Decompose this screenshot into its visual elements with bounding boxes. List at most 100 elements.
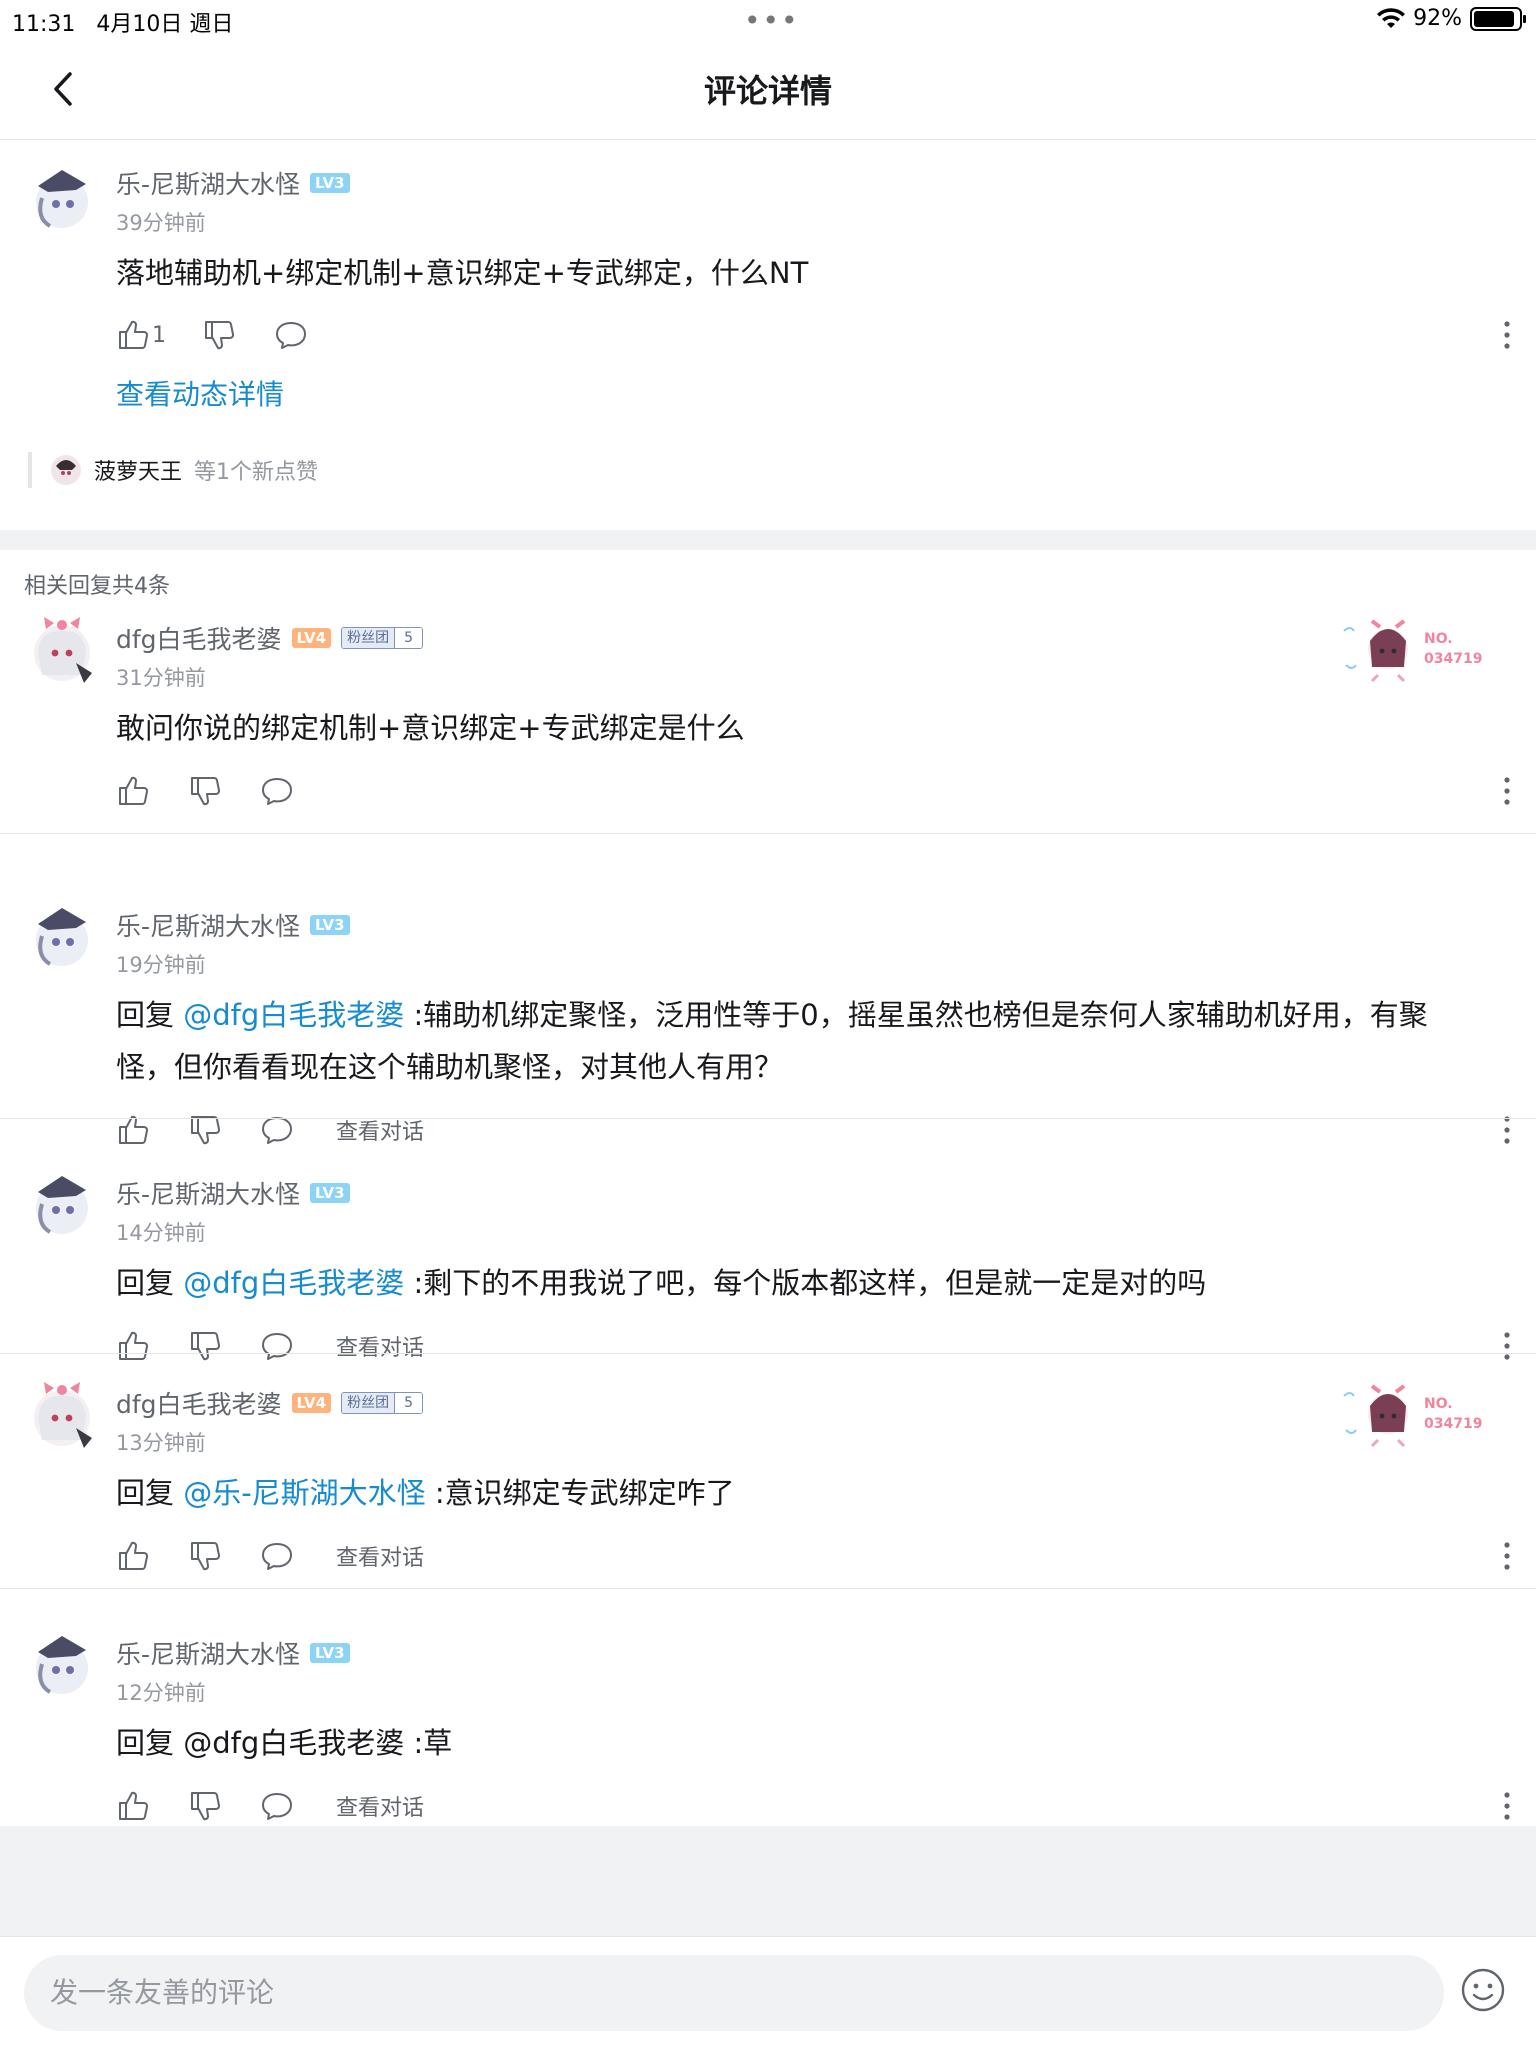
username[interactable]: dfg白毛我老婆 LV4 粉丝团 5	[116, 620, 424, 656]
wifi-icon	[1377, 7, 1406, 28]
like-button[interactable]	[116, 1789, 150, 1823]
reply-prefix: 回复	[116, 998, 184, 1032]
badge-id: 034719	[1424, 1416, 1483, 1432]
reply-count: 相关回复共4条	[24, 574, 170, 599]
thumb-down-icon	[191, 1542, 220, 1571]
comment-text[interactable]: 敢问你说的绑定机制+意识绑定+专武绑定是什么	[116, 702, 1476, 754]
mention-link[interactable]: @乐-尼斯湖大水怪	[183, 1476, 425, 1510]
comment-text[interactable]: 回复 @dfg白毛我老婆 :辅助机绑定聚怪，泛用性等于0，摇星虽然也榜但是奈何人…	[116, 989, 1476, 1093]
fan-club-badge[interactable]: 粉丝团 5	[341, 627, 424, 649]
like-button[interactable]	[116, 774, 150, 808]
liker-name: 菠萝天王	[94, 460, 183, 485]
reply-body: :剩下的不用我说了吧，每个版本都这样，但是就一定是对的吗	[404, 1266, 1207, 1300]
comment-time: 12分钟前	[116, 1681, 206, 1705]
comment-text[interactable]: 落地辅助机+绑定机制+意识绑定+专武绑定，什么NT	[116, 247, 1476, 299]
comment-actions: 查看对话	[116, 1539, 424, 1573]
username[interactable]: dfg白毛我老婆 LV4 粉丝团 5	[116, 1385, 424, 1421]
thumb-up-icon	[119, 320, 148, 349]
mention-link[interactable]: @dfg白毛我老婆	[183, 998, 404, 1032]
thumb-up-icon	[119, 1791, 148, 1820]
page-title: 评论详情	[703, 72, 832, 110]
comment-input-bar: 发一条友善的评论	[0, 1936, 1536, 2048]
reply-button[interactable]	[260, 1539, 294, 1573]
badge-no: NO.	[1424, 631, 1453, 647]
dislike-button[interactable]	[188, 1539, 222, 1573]
avatar[interactable]	[24, 1628, 100, 1704]
comment-bubble-icon	[262, 1333, 292, 1360]
username-text: dfg白毛我老婆	[116, 625, 282, 654]
reply-button[interactable]	[260, 1329, 294, 1363]
multitask-dots[interactable]: •••	[744, 4, 800, 37]
collection-badge[interactable]: NO. 034719	[1338, 611, 1488, 687]
thumb-down-icon	[191, 1792, 220, 1821]
comment-bubble-icon	[262, 1793, 292, 1820]
status-time: 11:31 4月10日 週日	[12, 12, 234, 37]
avatar[interactable]	[24, 162, 100, 238]
more-vertical-icon[interactable]	[1500, 1329, 1514, 1363]
fan-club-badge[interactable]: 粉丝团 5	[341, 1392, 424, 1414]
reply-body: :意识绑定专武绑定咋了	[425, 1476, 735, 1510]
reply-prefix: 回复 @dfg白毛我老婆 :草	[116, 1726, 453, 1760]
username[interactable]: 乐-尼斯湖大水怪 LV3	[116, 1635, 350, 1671]
dislike-button[interactable]	[188, 1329, 222, 1363]
comment-text[interactable]: 回复 @dfg白毛我老婆 :剩下的不用我说了吧，每个版本都这样，但是就一定是对的…	[116, 1257, 1476, 1309]
level-badge: LV4	[291, 1393, 332, 1413]
status-right: 92%	[1377, 6, 1526, 31]
liker-rest: 等1个新点赞	[194, 460, 319, 485]
battery-icon	[1470, 6, 1526, 31]
username[interactable]: 乐-尼斯湖大水怪 LV3	[116, 165, 350, 201]
thumb-down-icon	[191, 777, 220, 806]
comment-bubble-icon	[276, 322, 306, 349]
username-text: 乐-尼斯湖大水怪	[116, 912, 301, 941]
section-gap	[0, 530, 1536, 550]
reply-button[interactable]	[274, 318, 308, 352]
view-post-detail-link[interactable]: 查看动态详情	[116, 373, 284, 413]
reply-prefix: 回复	[116, 1476, 184, 1510]
mention-link[interactable]: @dfg白毛我老婆	[183, 1266, 404, 1300]
comment-actions: 1	[116, 318, 308, 352]
avatar[interactable]	[24, 1378, 100, 1454]
comment-actions: 查看对话	[116, 1329, 424, 1363]
dislike-button[interactable]	[188, 1789, 222, 1823]
comment-input[interactable]: 发一条友善的评论	[24, 1955, 1444, 2031]
level-badge: LV3	[310, 915, 350, 935]
like-button[interactable]: 1	[116, 318, 166, 352]
reply-button[interactable]	[260, 1789, 294, 1823]
badge-no: NO.	[1424, 1396, 1453, 1412]
new-likers[interactable]: 菠萝天王 等1个新点赞	[28, 452, 318, 488]
avatar[interactable]	[24, 1168, 100, 1244]
level-badge: LV3	[310, 1643, 350, 1663]
comment-text[interactable]: 回复 @dfg白毛我老婆 :草	[116, 1717, 1476, 1769]
dislike-button[interactable]	[188, 774, 222, 808]
like-button[interactable]	[116, 1329, 150, 1363]
avatar[interactable]	[24, 900, 100, 976]
level-badge: LV4	[291, 628, 332, 648]
dislike-button[interactable]	[202, 318, 236, 352]
badge-character-icon	[1343, 1384, 1408, 1448]
comment-time: 39分钟前	[116, 211, 206, 235]
like-button[interactable]	[116, 1539, 150, 1573]
view-dialog-link[interactable]: 查看对话	[336, 1330, 424, 1362]
username[interactable]: 乐-尼斯湖大水怪 LV3	[116, 907, 350, 943]
badge-id: 034719	[1424, 651, 1483, 667]
more-vertical-icon[interactable]	[1500, 1789, 1514, 1823]
comment-text[interactable]: 回复 @乐-尼斯湖大水怪 :意识绑定专武绑定咋了	[116, 1467, 1476, 1519]
more-vertical-icon[interactable]	[1500, 1539, 1514, 1573]
thumb-up-icon	[119, 776, 148, 805]
level-badge: LV3	[310, 173, 350, 193]
nav-bar: 评论详情	[0, 40, 1536, 140]
divider	[0, 833, 1536, 834]
divider	[0, 1118, 1536, 1119]
view-dialog-link[interactable]: 查看对话	[336, 1790, 424, 1822]
view-dialog-link[interactable]: 查看对话	[336, 1540, 424, 1572]
avatar[interactable]	[24, 613, 100, 689]
collection-badge[interactable]: NO. 034719	[1338, 1376, 1488, 1452]
status-bar: 11:31 4月10日 週日 ••• 92%	[0, 0, 1536, 40]
comment-time: 19分钟前	[116, 953, 206, 977]
username[interactable]: 乐-尼斯湖大水怪 LV3	[116, 1175, 350, 1211]
more-vertical-icon[interactable]	[1500, 774, 1514, 808]
battery-percent: 92%	[1413, 6, 1462, 31]
emoji-icon[interactable]	[1460, 1967, 1506, 2013]
reply-button[interactable]	[260, 774, 294, 808]
more-vertical-icon[interactable]	[1500, 318, 1514, 352]
